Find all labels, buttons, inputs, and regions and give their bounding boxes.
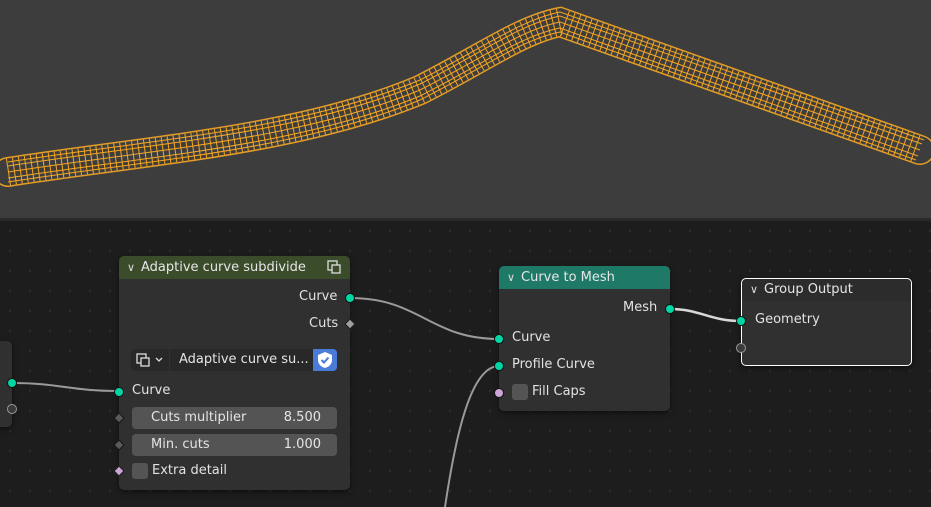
- input-curve-socket[interactable]: [494, 334, 504, 344]
- offscreen-output-socket[interactable]: [7, 378, 17, 388]
- input-profile-curve-socket[interactable]: [494, 361, 504, 371]
- output-mesh-socket[interactable]: [665, 304, 675, 314]
- input-curve-socket[interactable]: [114, 387, 124, 397]
- cuts-multiplier-field[interactable]: Cuts multiplier 8.500: [132, 407, 337, 429]
- output-curve-socket[interactable]: [345, 293, 355, 303]
- output-mesh-label: Mesh: [623, 300, 658, 315]
- node-group-name: Adaptive curve su...: [179, 352, 309, 367]
- input-geometry-socket[interactable]: [736, 316, 746, 326]
- node-group-type-button[interactable]: [131, 349, 169, 371]
- fill-caps-checkbox[interactable]: [512, 384, 528, 400]
- node-header[interactable]: ∨ Group Output: [742, 279, 911, 301]
- fill-caps-socket[interactable]: [494, 388, 504, 398]
- cuts-multiplier-value: 8.500: [283, 410, 321, 425]
- node-header[interactable]: ∨ Curve to Mesh: [499, 266, 670, 289]
- collapse-chevron-icon[interactable]: ∨: [507, 266, 521, 289]
- collapse-chevron-icon[interactable]: ∨: [127, 256, 141, 279]
- fake-user-shield-icon[interactable]: [313, 349, 337, 371]
- wireframe-mesh: [0, 6, 931, 187]
- min-cuts-field[interactable]: Min. cuts 1.000: [132, 434, 337, 456]
- node-title: Adaptive curve subdivide: [141, 260, 306, 275]
- input-curve-label: Curve: [132, 383, 171, 398]
- 3d-viewport[interactable]: [0, 0, 931, 218]
- node-title: Curve to Mesh: [521, 270, 615, 285]
- input-profile-curve-label: Profile Curve: [512, 357, 595, 372]
- input-curve-label: Curve: [512, 330, 551, 345]
- input-geometry-label: Geometry: [755, 312, 820, 327]
- node-header[interactable]: ∨ Adaptive curve subdivide: [119, 256, 350, 279]
- cuts-multiplier-label: Cuts multiplier: [151, 410, 247, 425]
- node-group-select[interactable]: Adaptive curve su...: [170, 349, 313, 371]
- output-curve-label: Curve: [299, 289, 338, 304]
- extra-detail-label: Extra detail: [152, 463, 227, 478]
- offscreen-empty-socket[interactable]: [7, 404, 17, 414]
- node-group-icon[interactable]: [326, 259, 342, 275]
- collapse-chevron-icon[interactable]: ∨: [750, 279, 764, 301]
- output-cuts-label: Cuts: [309, 316, 339, 331]
- min-cuts-label: Min. cuts: [151, 437, 210, 452]
- extra-detail-checkbox[interactable]: [132, 463, 148, 479]
- node-title: Group Output: [764, 282, 853, 297]
- min-cuts-value: 1.000: [283, 437, 321, 452]
- empty-input-socket[interactable]: [736, 343, 746, 353]
- fill-caps-label: Fill Caps: [532, 384, 586, 399]
